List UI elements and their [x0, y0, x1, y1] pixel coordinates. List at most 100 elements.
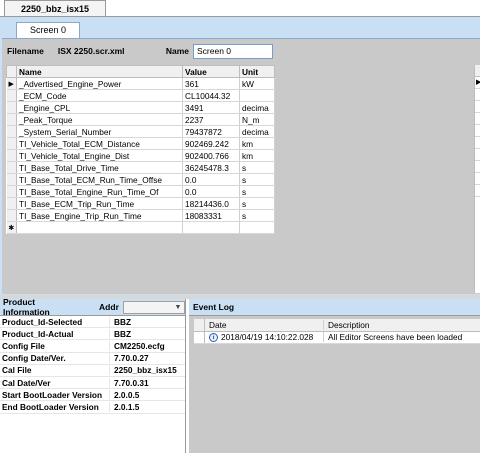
- parameter-row[interactable]: TI_Base_Total_Drive_Time 36245478.3 s: [6, 161, 275, 174]
- row-selector[interactable]: [6, 101, 17, 114]
- param-value[interactable]: 18214436.0: [182, 197, 240, 210]
- param-name[interactable]: TI_Base_Engine_Trip_Run_Time: [16, 209, 183, 222]
- product-information-title: Product Information: [3, 297, 50, 317]
- param-value[interactable]: 18083331: [182, 209, 240, 222]
- event-log-icon-column-header: [194, 318, 205, 331]
- row-selector[interactable]: [6, 197, 17, 210]
- column-header-description[interactable]: Description: [324, 320, 480, 330]
- param-value[interactable]: 361: [182, 77, 240, 90]
- param-name[interactable]: _ECM_Code: [16, 89, 183, 102]
- product-info-value: 7.70.0.27: [109, 353, 185, 364]
- param-unit[interactable]: decima: [239, 125, 275, 138]
- column-header-unit[interactable]: Unit: [239, 65, 275, 78]
- param-value[interactable]: 79437872: [182, 125, 240, 138]
- row-selector[interactable]: [6, 89, 17, 102]
- product-info-row: End BootLoader Version 2.0.1.5: [0, 401, 185, 414]
- new-row-name-cell[interactable]: [16, 221, 183, 234]
- row-selector[interactable]: [6, 161, 17, 174]
- param-name[interactable]: _Peak_Torque: [16, 113, 183, 126]
- param-name[interactable]: _System_Serial_Number: [16, 125, 183, 138]
- event-log-row-selector[interactable]: [194, 331, 205, 344]
- param-name[interactable]: TI_Vehicle_Total_Engine_Dist: [16, 149, 183, 162]
- product-info-value: CM2250.ecfg: [109, 340, 185, 351]
- param-name[interactable]: _Advertised_Engine_Power: [16, 77, 183, 90]
- param-unit[interactable]: s: [239, 173, 275, 186]
- secondary-grid-row-indicator: ▶: [475, 77, 480, 89]
- event-log-row[interactable]: i 2018/04/19 14:10:22.028 All Editor Scr…: [194, 331, 480, 344]
- product-information-header: Product Information Addr ▼: [0, 297, 185, 317]
- row-selector[interactable]: [6, 209, 17, 222]
- parameter-row[interactable]: TI_Base_Engine_Trip_Run_Time 18083331 s: [6, 209, 275, 222]
- secondary-grid-row[interactable]: [475, 125, 480, 137]
- secondary-grid-row[interactable]: [475, 173, 480, 185]
- product-info-value: 7.70.0.31: [109, 377, 185, 388]
- secondary-grid-row[interactable]: [475, 161, 480, 173]
- new-row[interactable]: ✱: [6, 221, 275, 234]
- parameter-row[interactable]: TI_Base_Total_Engine_Run_Time_Of 0.0 s: [6, 185, 275, 198]
- row-selector[interactable]: [6, 185, 17, 198]
- param-name[interactable]: TI_Vehicle_Total_ECM_Distance: [16, 137, 183, 150]
- product-info-key: Config File: [2, 340, 45, 351]
- param-unit[interactable]: [239, 89, 275, 102]
- param-unit[interactable]: km: [239, 149, 275, 162]
- parameter-row[interactable]: TI_Base_Total_ECM_Run_Time_Offse 0.0 s: [6, 173, 275, 186]
- product-info-key: Product_Id-Selected: [2, 316, 83, 327]
- param-value[interactable]: 2237: [182, 113, 240, 126]
- param-name[interactable]: TI_Base_Total_ECM_Run_Time_Offse: [16, 173, 183, 186]
- param-name[interactable]: TI_Base_ECM_Trip_Run_Time: [16, 197, 183, 210]
- param-unit[interactable]: s: [239, 161, 275, 174]
- param-value[interactable]: CL10044.32: [182, 89, 240, 102]
- secondary-grid-row[interactable]: [475, 137, 480, 149]
- screen-name-input[interactable]: [193, 43, 274, 59]
- parameter-row[interactable]: TI_Vehicle_Total_Engine_Dist 902400.766 …: [6, 149, 275, 162]
- row-selector[interactable]: [6, 137, 17, 150]
- param-value[interactable]: 0.0: [182, 185, 240, 198]
- parameter-row[interactable]: _Peak_Torque 2237 N_m: [6, 113, 275, 126]
- row-selector[interactable]: [6, 173, 17, 186]
- secondary-grid-row[interactable]: [475, 185, 480, 197]
- row-selector[interactable]: [6, 149, 17, 162]
- current-row-indicator: ▶: [6, 77, 17, 90]
- parameter-row[interactable]: _Engine_CPL 3491 decima: [6, 101, 275, 114]
- parameter-row[interactable]: TI_Base_ECM_Trip_Run_Time 18214436.0 s: [6, 197, 275, 210]
- parameter-row[interactable]: _ECM_Code CL10044.32: [6, 89, 275, 102]
- param-unit[interactable]: s: [239, 209, 275, 222]
- param-name[interactable]: TI_Base_Total_Engine_Run_Time_Of: [16, 185, 183, 198]
- chevron-down-icon[interactable]: ▼: [173, 303, 183, 312]
- param-unit[interactable]: kW: [239, 77, 275, 90]
- row-selector-header: [6, 65, 17, 78]
- param-value[interactable]: 0.0: [182, 173, 240, 186]
- param-unit[interactable]: km: [239, 137, 275, 150]
- param-unit[interactable]: s: [239, 185, 275, 198]
- secondary-grid-row[interactable]: [475, 149, 480, 161]
- param-value[interactable]: 36245478.3: [182, 161, 240, 174]
- name-label: Name: [165, 46, 190, 56]
- product-info-key: Config Date/Ver.: [2, 353, 66, 364]
- product-info-value: 2.0.1.5: [109, 401, 185, 412]
- tab-screen[interactable]: Screen 0: [16, 22, 80, 38]
- new-row-value-cell[interactable]: [182, 221, 240, 234]
- row-selector[interactable]: [6, 113, 17, 126]
- new-row-unit-cell[interactable]: [239, 221, 275, 234]
- param-unit[interactable]: s: [239, 197, 275, 210]
- param-unit[interactable]: N_m: [239, 113, 275, 126]
- tab-document[interactable]: 2250_bbz_isx15: [4, 0, 106, 17]
- column-header-name[interactable]: Name: [16, 65, 183, 78]
- column-header-value[interactable]: Value: [182, 65, 240, 78]
- column-header-date[interactable]: Date: [205, 319, 324, 330]
- product-info-key: Start BootLoader Version: [2, 389, 103, 400]
- param-value[interactable]: 3491: [182, 101, 240, 114]
- row-selector[interactable]: [6, 125, 17, 138]
- parameter-row[interactable]: _System_Serial_Number 79437872 decima: [6, 125, 275, 138]
- param-name[interactable]: _Engine_CPL: [16, 101, 183, 114]
- param-value[interactable]: 902400.766: [182, 149, 240, 162]
- param-value[interactable]: 902469.242: [182, 137, 240, 150]
- param-unit[interactable]: decima: [239, 101, 275, 114]
- secondary-grid-row[interactable]: [475, 89, 480, 101]
- addr-dropdown[interactable]: ▼: [122, 300, 185, 314]
- param-name[interactable]: TI_Base_Total_Drive_Time: [16, 161, 183, 174]
- secondary-grid-row[interactable]: [475, 101, 480, 113]
- secondary-grid-row[interactable]: [475, 113, 480, 125]
- parameter-row[interactable]: TI_Vehicle_Total_ECM_Distance 902469.242…: [6, 137, 275, 150]
- parameter-row[interactable]: ▶ _Advertised_Engine_Power 361 kW: [6, 77, 275, 90]
